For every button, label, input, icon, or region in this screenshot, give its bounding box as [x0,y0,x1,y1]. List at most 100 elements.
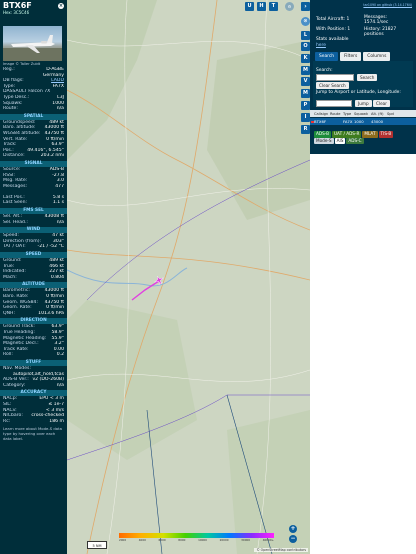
info-value: 203.2 nmi [40,153,64,159]
jump-button[interactable]: Jump [355,100,372,107]
col-speed[interactable]: Spd [387,112,397,116]
legend-chip[interactable]: MLAT [362,131,378,138]
toolbar-button-i-7[interactable]: I [301,113,310,122]
aircraft-list-panel: tar1090 on github (3.14.1764) Total Airc… [310,0,416,554]
altitude-scale-label: 2000 [119,538,127,542]
info-key: Messages: [3,183,28,189]
cell-squawk: 1000 [354,119,364,124]
layer-button-t[interactable]: T [269,2,278,11]
aircraft-info-sections: SPATIAL Groundspeed: 489 kt Baro. altitude:… [0,113,67,425]
info-value: -21 / -52 °C [37,244,64,250]
legend-chip[interactable]: Mode-S [314,137,334,144]
zoom-out-button[interactable]: − [289,535,297,543]
settings-gear-icon[interactable]: ⚙ [285,2,294,11]
callsign: BTX6F [3,1,32,10]
sidebar-tabs: Search Filters Columns [315,52,391,61]
messages-rate: Messages: 1574.1/sec [364,15,389,25]
info-row: Distance: 203.2 nmi [0,153,67,159]
detail-key: Route: [3,106,18,112]
search-panel: Search: Search Clear Search Jump to Airp… [313,61,413,107]
info-row: QNH: 1013.6 hPa [0,311,67,317]
map-scale: 5 NM [87,541,107,549]
legend-chip[interactable]: ADS-B [314,131,331,138]
altitude-scale-label: 10000 [198,538,207,542]
search-input[interactable] [316,74,354,81]
altitude-scale-label: 20000 [219,538,229,542]
info-key: Category: [3,382,26,388]
info-row: Mach: 0.804 [0,275,67,281]
col-squawk[interactable]: Squawk [354,112,371,116]
info-row: TAT / OAT: -21 / -52 °C [0,244,67,250]
history-positions: History: 21827 positions [364,27,397,37]
table-row[interactable]: BTX6F FA7X 1000 43000 [310,118,416,125]
layer-button-u[interactable]: U [245,2,254,11]
info-row: Last Seen: 1.1 s [0,200,67,206]
toolbar-button-v-4[interactable]: V [301,77,310,86]
hex-code: Hex: 3C5C46 [3,10,30,15]
search-button[interactable]: Search [357,74,378,81]
clear-jump-button[interactable]: Clear [373,100,390,107]
legend-chip[interactable]: UAT / ADS-R [331,131,362,138]
layer-button-h[interactable]: H [257,2,266,11]
toolbar-button-r-8[interactable]: R [301,125,310,134]
info-value: 186 m [49,418,64,424]
info-key: Roll: [3,352,13,358]
detail-row: Route: n/a [0,106,67,112]
col-callsign[interactable]: Callsign [314,112,330,116]
map-canvas[interactable] [67,0,310,554]
col-route[interactable]: Route [330,112,343,116]
cell-callsign: BTX6F [314,119,327,124]
altitude-scale-label: 30000 [241,538,251,542]
info-value: n/a [56,382,64,388]
altitude-scale-label: 40000+ [262,538,274,542]
info-value: n/a [56,219,64,225]
info-key: Rc: [3,418,11,424]
altitude-scale-label: 8000 [178,538,186,542]
toolbar-button-p-6[interactable]: P [301,101,310,110]
tab-search[interactable]: Search [315,52,339,61]
legend-chip[interactable]: TIS-B [378,131,394,138]
close-icon[interactable]: × [58,3,64,9]
settings-icon[interactable]: ⊙ [301,17,310,26]
info-key: Sel. Head.: [3,219,28,225]
altitude-scale-label: 4000 [138,538,146,542]
legend-chip[interactable]: AIS [334,137,346,144]
toolbar-button-m-3[interactable]: M [301,66,310,75]
col-altitude[interactable]: Alt. (ft) [371,112,387,116]
col-type[interactable]: Type [343,112,354,116]
info-value: 1.1 s [52,200,64,206]
tab-columns[interactable]: Columns [363,52,391,61]
toolbar-button-l-0[interactable]: L [301,31,310,40]
github-link[interactable]: tar1090 on github (3.14.1764) [363,3,412,7]
detail-value: n/a [56,106,64,112]
info-row: Sel. Head.: n/a [0,220,67,226]
detail-value: FA7X [52,83,64,89]
info-row: Category: n/a [0,383,67,389]
jump-label: Jump to Airport or Latitude, Longitude: [316,90,401,95]
toolbar-button-k-2[interactable]: K [301,54,310,63]
selected-aircraft-panel: BTX6F Hex: 3C5C46 × Image © Taller Zuidt… [0,0,67,554]
aircraft-photo[interactable] [3,26,62,61]
aircraft-details: Reg.: D-AGBE Germany DB flags: LADD Type: FA7X… [0,67,67,112]
map-view[interactable]: U H T ⚙ 5 NM 2000 4000 6000 8000 10000 20000 3… [67,0,310,554]
toolbar-button-o-1[interactable]: O [301,42,310,51]
osm-credit: © OpenStreetMap contributors [254,548,308,552]
zoom-in-button[interactable]: + [289,525,297,533]
toolbar-button-m-5[interactable]: M [301,89,310,98]
footer-note: Learn more about Mode-S data type by hov… [3,426,62,442]
stats-link[interactable]: here [316,43,326,48]
info-key: TAT / OAT: [3,244,26,250]
table-header: Callsign Route Type Squawk Alt. (ft) Spd [310,110,416,117]
stats-available: Stats available [316,37,349,42]
clear-search-button[interactable]: Clear Search [316,82,349,89]
cell-type: FA7X [343,119,353,124]
jump-input[interactable] [316,100,352,107]
legend-chip[interactable]: ADS-C [346,137,364,144]
cell-altitude: 43000 [371,119,384,124]
with-position: With Position: 1 [316,27,351,32]
info-key: Distance: [3,153,25,159]
toggle-sidebar-chevron-icon[interactable]: › [301,2,310,11]
info-value: 477 [55,183,64,189]
info-row: Roll: 0.2 [0,352,67,358]
tab-filters[interactable]: Filters [340,52,362,61]
